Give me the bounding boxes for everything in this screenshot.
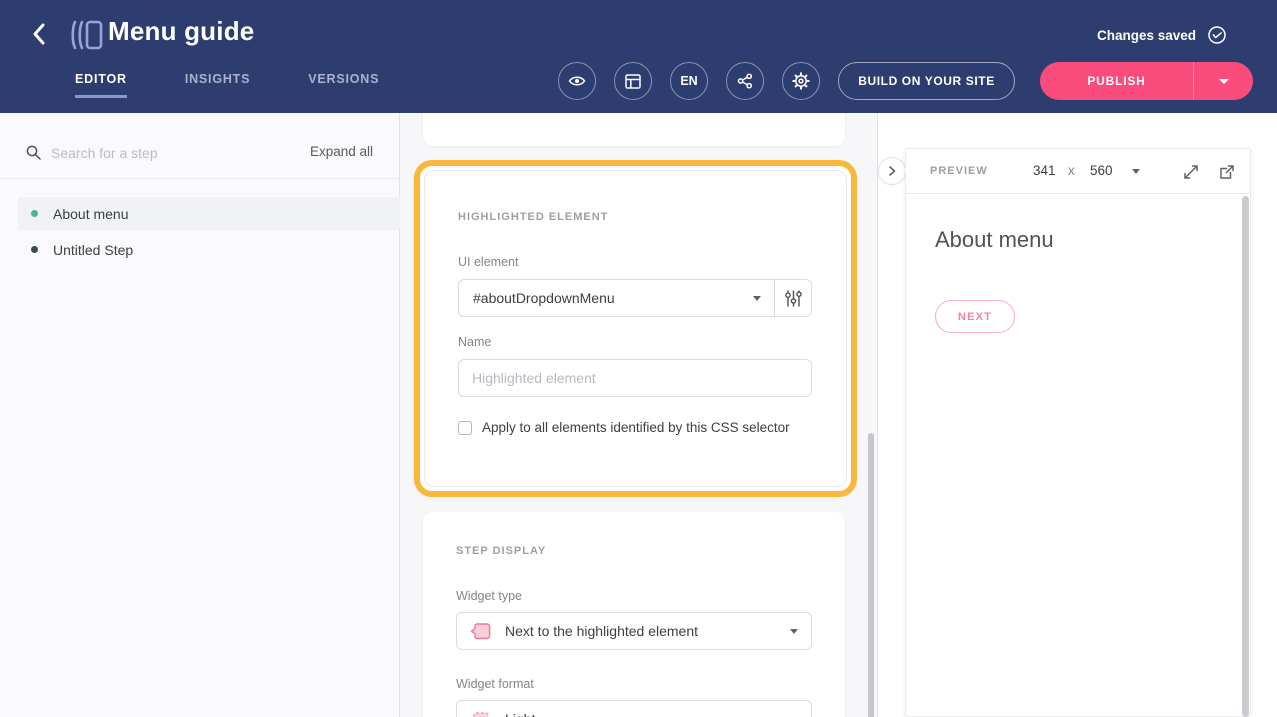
build-on-your-site-button[interactable]: BUILD ON YOUR SITE <box>838 62 1015 100</box>
chevron-left-icon <box>26 20 54 48</box>
step-label: Untitled Step <box>53 242 133 258</box>
expand-icon <box>1182 163 1200 181</box>
language-button[interactable]: EN <box>670 62 708 100</box>
ui-element-select[interactable]: #aboutDropdownMenu <box>458 279 775 317</box>
share-button[interactable] <box>726 62 764 100</box>
preview-panel: PREVIEW 341 x 560 About menu NEXT <box>878 113 1277 717</box>
app-window: Menu guide EDITOR INSIGHTS VERSIONS EN B… <box>0 0 1277 717</box>
preview-title: PREVIEW <box>930 165 988 177</box>
expand-preview-button[interactable] <box>1182 163 1200 181</box>
settings-scrollbar-thumb[interactable] <box>868 433 874 717</box>
selector-advanced-button[interactable] <box>774 279 812 317</box>
preview-header: PREVIEW 341 x 560 <box>906 149 1250 194</box>
step-status-dot <box>31 246 38 253</box>
step-label: About menu <box>53 206 129 222</box>
search-icon <box>25 144 42 161</box>
preview-eye-button[interactable] <box>558 62 596 100</box>
language-badge: EN <box>680 74 697 88</box>
check-circle-icon <box>1207 25 1227 45</box>
chevron-down-icon <box>1219 79 1229 84</box>
format-widget-icon <box>469 709 492 717</box>
publish-split-button[interactable]: PUBLISH <box>1040 62 1253 100</box>
name-label: Name <box>458 335 491 349</box>
sliders-icon <box>784 289 803 308</box>
save-status: Changes saved <box>1097 25 1227 45</box>
preview-width-value[interactable]: 341 <box>1033 163 1056 178</box>
gear-icon <box>791 71 811 91</box>
publish-dropdown-button[interactable] <box>1194 79 1253 84</box>
save-status-text: Changes saved <box>1097 28 1196 43</box>
element-name-input[interactable] <box>458 359 812 397</box>
tab-versions[interactable]: VERSIONS <box>308 72 379 98</box>
section-title: STEP DISPLAY <box>456 545 546 557</box>
previous-settings-card <box>423 113 845 146</box>
expand-all-link[interactable]: Expand all <box>310 144 373 159</box>
back-button[interactable] <box>26 20 54 48</box>
preview-step-title: About menu <box>935 227 1054 253</box>
preview-size-separator: x <box>1068 163 1075 178</box>
eye-icon <box>567 72 587 90</box>
widget-type-value: Next to the highlighted element <box>505 623 790 639</box>
step-display-card: STEP DISPLAY Widget type Next to the hig… <box>423 512 845 717</box>
open-in-new-window-button[interactable] <box>1218 163 1236 181</box>
preview-card: PREVIEW 341 x 560 About menu NEXT <box>905 148 1251 717</box>
page-title: Menu guide <box>108 16 254 47</box>
section-title: HIGHLIGHTED ELEMENT <box>458 211 608 223</box>
apply-to-all-checkbox-row[interactable]: Apply to all elements identified by this… <box>458 420 790 435</box>
tab-insights[interactable]: INSIGHTS <box>185 72 250 98</box>
tab-editor[interactable]: EDITOR <box>75 72 127 98</box>
ui-element-value: #aboutDropdownMenu <box>473 290 753 306</box>
search-input[interactable] <box>49 141 239 165</box>
layout-icon <box>623 72 643 91</box>
callout-widget-icon <box>469 621 492 642</box>
share-icon <box>736 72 754 90</box>
layout-button[interactable] <box>614 62 652 100</box>
collapse-preview-button[interactable] <box>878 157 906 185</box>
step-search-row: Expand all <box>0 113 399 179</box>
checkbox-label: Apply to all elements identified by this… <box>482 420 790 435</box>
widget-type-label: Widget type <box>456 589 522 603</box>
editor-tabs: EDITOR INSIGHTS VERSIONS <box>75 72 379 98</box>
next-button[interactable]: NEXT <box>935 300 1015 333</box>
highlight-ring: HIGHLIGHTED ELEMENT UI element #aboutDro… <box>414 160 857 497</box>
step-settings-panel: HIGHLIGHTED ELEMENT UI element #aboutDro… <box>400 113 878 717</box>
topbar: Menu guide EDITOR INSIGHTS VERSIONS EN B… <box>0 0 1277 113</box>
chevron-down-icon <box>753 296 761 301</box>
sidebar-item-about-menu[interactable]: About menu <box>18 197 400 230</box>
sidebar-item-untitled-step[interactable]: Untitled Step <box>18 233 400 266</box>
external-link-icon <box>1218 163 1236 181</box>
widget-format-label: Widget format <box>456 677 534 691</box>
preview-size-dropdown[interactable] <box>1132 169 1140 174</box>
guide-logo-icon <box>68 17 106 53</box>
preview-scrollbar-thumb[interactable] <box>1242 196 1249 717</box>
publish-button[interactable]: PUBLISH <box>1040 74 1193 88</box>
chevron-right-icon <box>887 165 897 177</box>
widget-format-select[interactable]: Light <box>456 700 812 717</box>
ui-element-label: UI element <box>458 255 518 269</box>
steps-sidebar: Expand all About menu Untitled Step <box>0 113 400 717</box>
checkbox[interactable] <box>458 421 472 435</box>
preview-body: About menu NEXT <box>906 194 1250 717</box>
widget-format-value: Light <box>505 711 790 717</box>
step-status-dot <box>31 210 38 217</box>
chevron-down-icon <box>790 629 798 634</box>
settings-button[interactable] <box>782 62 820 100</box>
preview-height-value[interactable]: 560 <box>1090 163 1113 178</box>
highlighted-element-card: HIGHLIGHTED ELEMENT UI element #aboutDro… <box>424 170 847 487</box>
chevron-down-icon <box>1132 169 1140 174</box>
widget-type-select[interactable]: Next to the highlighted element <box>456 612 812 650</box>
